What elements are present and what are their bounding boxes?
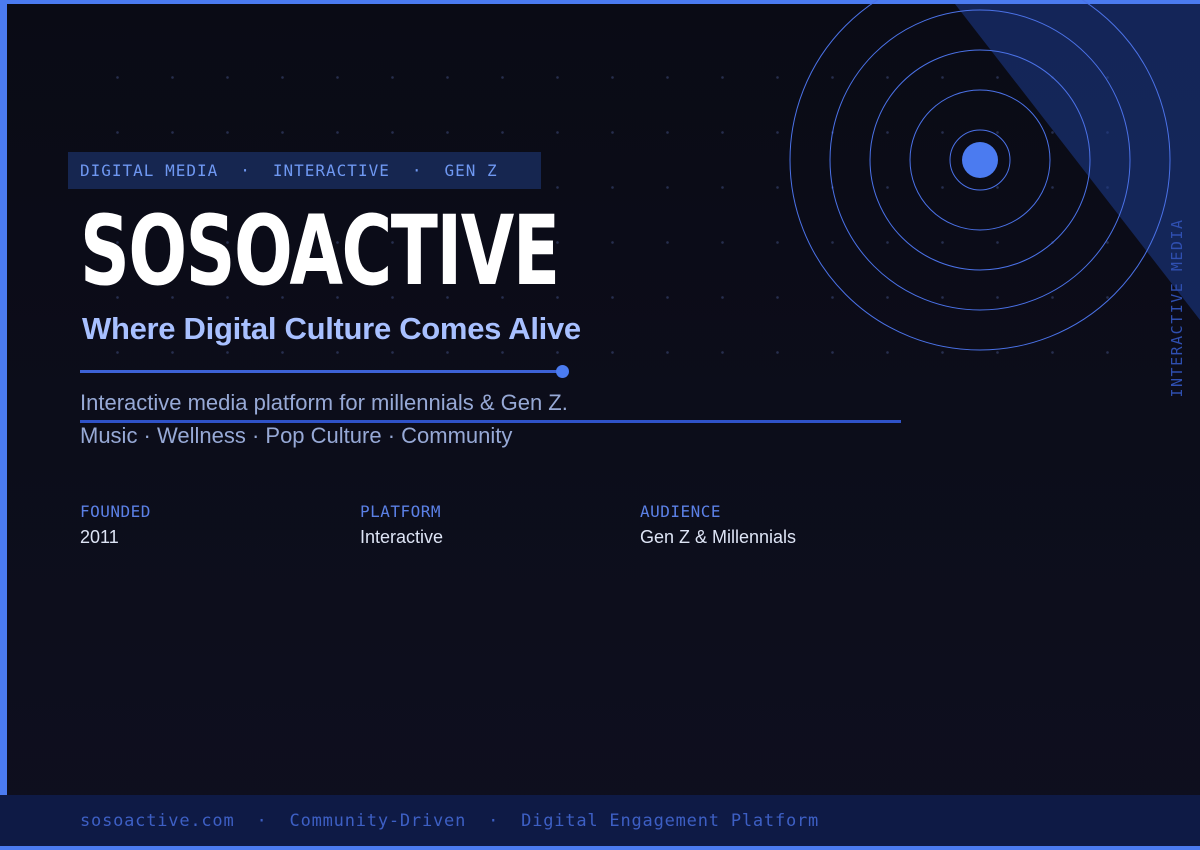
footer-item-platform: Digital Engagement Platform [521, 810, 820, 831]
footer-separator: · [256, 810, 268, 831]
description-line-1: Interactive media platform for millennia… [80, 390, 568, 415]
meta-audience: AUDIENCE Gen Z & Millennials [640, 502, 796, 548]
tag-gen-z: GEN Z [444, 161, 498, 180]
bottom-border [0, 846, 1200, 850]
footer-item-community: Community-Driven [289, 810, 467, 831]
tagline: Where Digital Culture Comes Alive [82, 311, 581, 346]
meta-label: PLATFORM [360, 502, 442, 521]
meta-value: Gen Z & Millennials [640, 527, 797, 547]
meta-value: Interactive [360, 527, 444, 547]
meta-platform: PLATFORM Interactive [360, 502, 443, 548]
tag-separator: · [240, 161, 251, 180]
footer-bar: sosoactive.com · Community-Driven · Digi… [0, 795, 1200, 846]
brand-wordmark: SOSOACTIVE [80, 195, 560, 307]
brand-card: DIGITAL MEDIA · INTERACTIVE · GEN Z SOSO… [0, 0, 1200, 850]
accent-line [80, 370, 562, 373]
footer-website-link[interactable]: sosoactive.com [80, 811, 235, 831]
footer-separator: · [488, 810, 500, 831]
meta-label: AUDIENCE [640, 502, 722, 521]
description-line-2: Music · Wellness · Pop Culture · Communi… [80, 423, 513, 448]
meta-label: FOUNDED [80, 502, 151, 521]
category-tags: DIGITAL MEDIA · INTERACTIVE · GEN Z [68, 152, 541, 189]
tag-separator: · [411, 161, 423, 180]
meta-founded: FOUNDED 2011 [80, 502, 151, 548]
side-label: INTERACTIVE MEDIA [1168, 218, 1186, 398]
tag-interactive: INTERACTIVE [272, 161, 390, 180]
meta-value: 2011 [80, 527, 119, 547]
accent-dot-icon [556, 365, 569, 378]
center-dot-icon [962, 142, 998, 178]
tag-digital-media: DIGITAL MEDIA [80, 161, 219, 180]
